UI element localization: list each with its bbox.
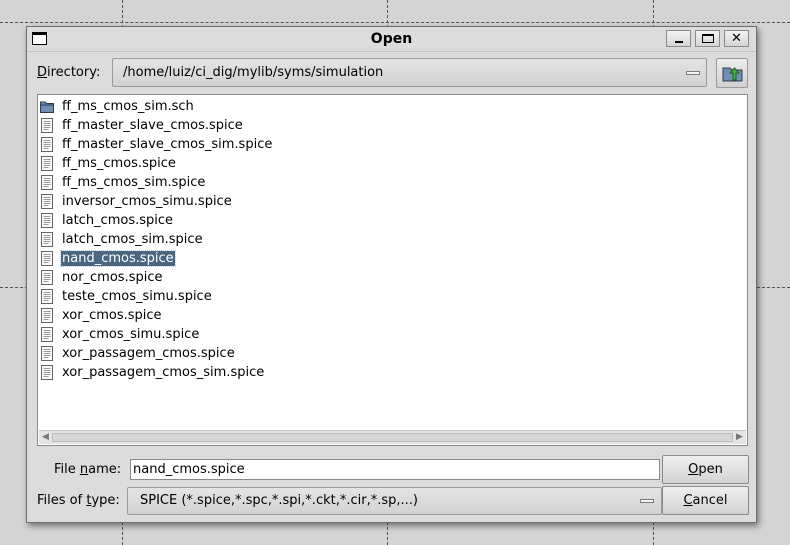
document-icon	[41, 213, 53, 228]
file-name-text: ff_ms_cmos_sim.spice	[62, 175, 206, 190]
document-icon	[41, 270, 53, 285]
file-name-label-post: ame:	[88, 462, 122, 477]
file-type-value: SPICE (*.spice,*.spc,*.spi,*.ckt,*.cir,*…	[140, 493, 418, 508]
file-name-text: nor_cmos.spice	[62, 270, 163, 285]
file-type-label-post: ype:	[91, 493, 120, 508]
document-icon	[41, 137, 53, 152]
file-name-input[interactable]: nand_cmos.spice	[130, 459, 660, 480]
dialog-title: Open	[370, 31, 413, 47]
file-name-text: xor_cmos.spice	[62, 308, 162, 323]
directory-label: Directory:	[37, 65, 100, 80]
file-type-combobox[interactable]: SPICE (*.spice,*.spc,*.spi,*.ckt,*.cir,*…	[127, 487, 662, 515]
file-name-text: ff_master_slave_cmos.spice	[62, 118, 243, 133]
directory-label-mnemonic: D	[37, 65, 48, 80]
directory-label-text: irectory:	[47, 65, 101, 80]
open-button-label: pen	[698, 462, 723, 477]
document-icon	[41, 289, 53, 304]
document-icon	[41, 251, 53, 266]
scrollbar-track[interactable]	[52, 433, 733, 442]
file-name-text: teste_cmos_simu.spice	[62, 289, 212, 304]
file-type-label: Files of type:	[37, 493, 120, 508]
file-name-text: inversor_cmos_simu.spice	[62, 194, 232, 209]
document-icon	[41, 118, 53, 133]
file-name-text: xor_passagem_cmos.spice	[62, 346, 235, 361]
file-name-text: ff_ms_cmos_sim.sch	[62, 99, 194, 114]
cancel-button-mnemonic: C	[683, 493, 693, 508]
dropdown-handle-icon	[686, 71, 700, 75]
directory-path: /home/luiz/ci_dig/mylib/syms/simulation	[123, 65, 384, 80]
up-folder-icon	[722, 67, 743, 82]
file-type-label-pre: Files of	[37, 493, 87, 508]
canvas-grid-line	[0, 22, 790, 23]
file-name-label: File name:	[54, 462, 121, 477]
file-name-text: latch_cmos_sim.spice	[62, 232, 203, 247]
up-folder-button[interactable]	[716, 58, 748, 88]
file-name-label-pre: File	[54, 462, 80, 477]
document-icon	[41, 327, 53, 342]
file-name-text: ff_ms_cmos.spice	[62, 156, 176, 171]
cancel-button[interactable]: Cancel	[662, 486, 749, 515]
document-icon	[41, 156, 53, 171]
close-button[interactable]: ✕	[724, 30, 749, 47]
document-icon	[41, 365, 53, 380]
directory-combobox[interactable]: /home/luiz/ci_dig/mylib/syms/simulation	[112, 58, 707, 87]
file-name-text: xor_passagem_cmos_sim.spice	[62, 365, 265, 380]
minimize-icon	[675, 41, 683, 43]
open-dialog: Open ✕ Directory: /home/luiz/ci_dig/myli…	[26, 26, 757, 523]
open-button[interactable]: Open	[662, 455, 749, 484]
document-icon	[41, 175, 53, 190]
document-icon	[41, 346, 53, 361]
document-icon	[41, 194, 53, 209]
cancel-button-label: ancel	[692, 493, 728, 508]
scroll-right-icon[interactable]: ▶	[734, 432, 745, 443]
title-bar[interactable]: Open ✕	[27, 27, 756, 52]
file-list[interactable]: ◀ ▶ ff_ms_cmos_sim.sch ff_master_slave_cm…	[37, 94, 748, 446]
folder-icon	[40, 101, 54, 113]
file-name-text: latch_cmos.spice	[62, 213, 174, 228]
open-button-mnemonic: O	[688, 462, 699, 477]
file-name-text: ff_master_slave_cmos_sim.spice	[62, 137, 273, 152]
maximize-icon	[702, 34, 714, 43]
minimize-button[interactable]	[666, 30, 691, 47]
close-icon: ✕	[731, 31, 742, 46]
file-name-text: nand_cmos.spice	[60, 250, 176, 267]
scroll-left-icon[interactable]: ◀	[40, 432, 51, 443]
document-icon	[41, 232, 53, 247]
dropdown-handle-icon	[640, 499, 654, 503]
file-name-text: xor_cmos_simu.spice	[62, 327, 200, 342]
maximize-button[interactable]	[695, 30, 720, 47]
horizontal-scrollbar[interactable]: ◀ ▶	[39, 430, 746, 444]
file-name-label-mnemonic: n	[79, 462, 89, 477]
document-icon	[41, 308, 53, 323]
